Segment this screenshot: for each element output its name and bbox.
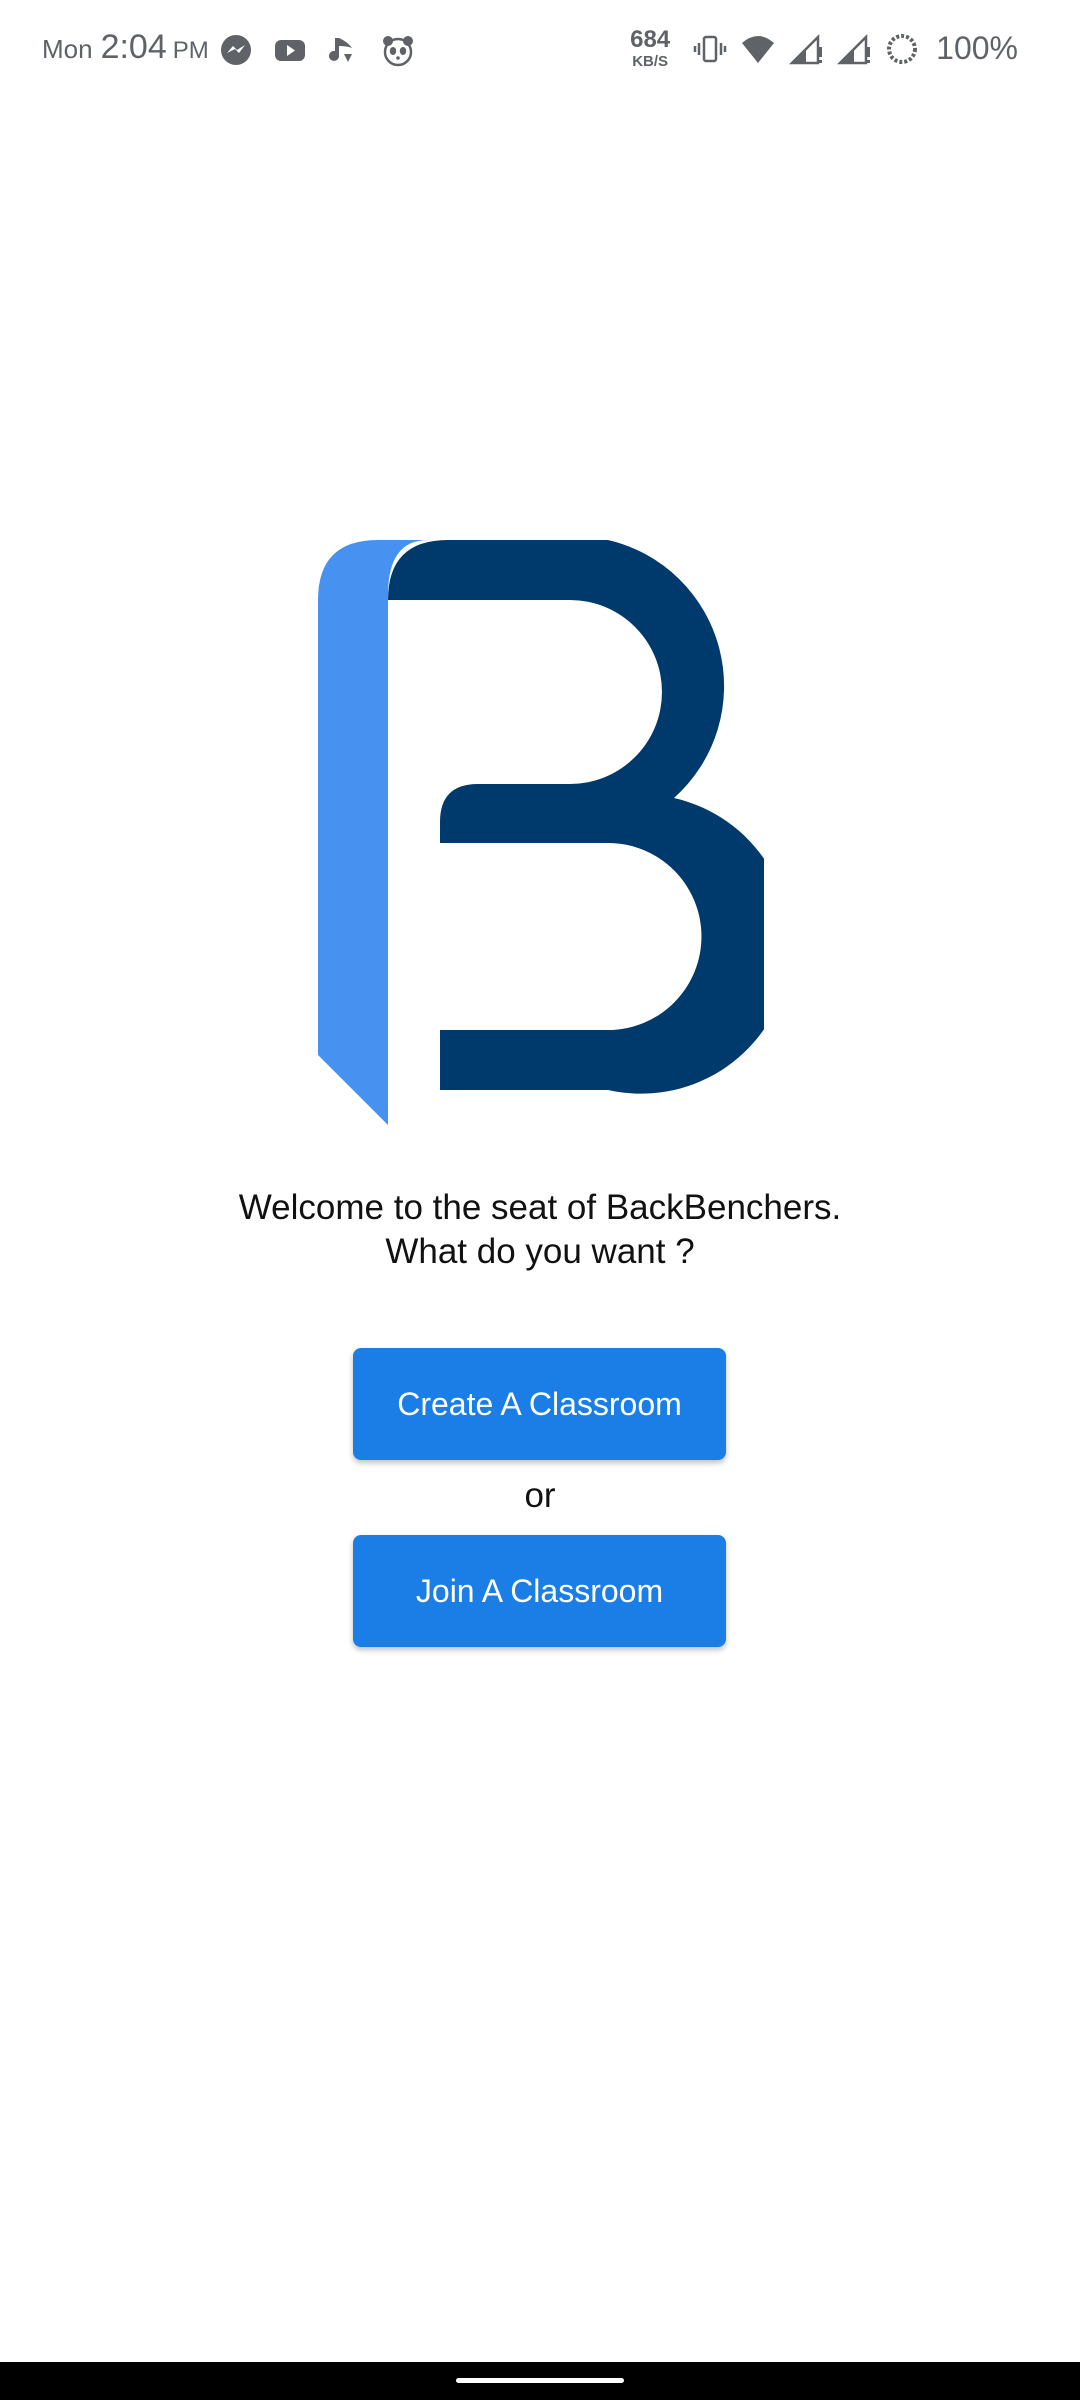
music-app-icon [329,38,352,62]
create-classroom-button[interactable]: Create A Classroom [353,1348,726,1460]
panda-app-icon [383,36,413,67]
system-status: 684 KB/S 100% [630,26,1018,70]
signal-sim1-icon [789,33,823,64]
logo-light-stripe [318,540,428,1125]
status-ampm: PM [172,37,209,64]
battery-percent: 100% [936,30,1018,66]
backbenchers-logo [318,540,764,1125]
status-day: Mon [42,34,93,64]
status-time: 2:04 [100,28,167,66]
network-speed-unit: KB/S [632,53,669,70]
wifi-icon [742,35,775,63]
join-classroom-button[interactable]: Join A Classroom [353,1535,726,1647]
vibrate-icon [693,35,727,62]
notification-icons [218,32,416,68]
welcome-line-2: What do you want ? [385,1232,695,1271]
logo-dark-letter [388,540,764,1094]
status-clock: Mon 2:04 PM [42,28,209,67]
welcome-screen: Mon 2:04 PM 684 KB/S 100% Welcome to the… [0,0,1080,2400]
messenger-icon [221,35,251,65]
battery-saver-icon [887,33,918,64]
welcome-message: Welcome to the seat of BackBenchers. Wha… [0,1186,1080,1274]
youtube-icon [275,40,305,61]
home-gesture-handle[interactable] [456,2378,624,2383]
network-speed-value: 684 [630,26,671,53]
welcome-line-1: Welcome to the seat of BackBenchers. [238,1188,842,1227]
or-separator: or [524,1476,556,1515]
navigation-bar [0,2362,1080,2400]
network-speed: 684 KB/S [630,26,671,70]
status-bar: Mon 2:04 PM 684 KB/S 100% [0,0,1080,100]
signal-sim2-icon [837,33,871,64]
